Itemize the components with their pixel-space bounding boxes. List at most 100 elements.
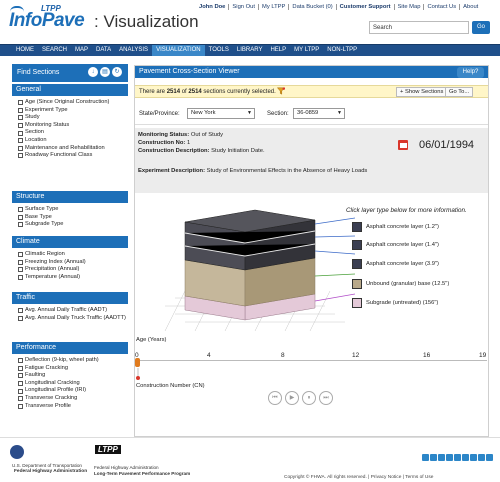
sidebar-filter-item[interactable]: Fatigue Cracking (12, 365, 128, 373)
print-icon[interactable] (478, 454, 485, 461)
sidebar-filter-item[interactable]: Experiment Type (12, 107, 128, 115)
tab-search[interactable]: SEARCH (38, 45, 71, 56)
filter-checkbox[interactable] (18, 100, 23, 106)
site-map-link[interactable]: Site Map (395, 4, 425, 10)
tab-my-ltpp[interactable]: MY LTPP (290, 45, 323, 56)
play-icon[interactable]: ▶ (285, 391, 299, 405)
about-link[interactable]: About (460, 4, 481, 10)
facebook-icon[interactable] (430, 454, 437, 461)
tab-map[interactable]: MAP (71, 45, 92, 56)
sidebar-section-general[interactable]: General (12, 84, 128, 96)
filter-checkbox[interactable] (18, 365, 23, 371)
data-bucket-link[interactable]: Data Bucket (0) (289, 4, 337, 10)
sidebar-section-structure[interactable]: Structure (12, 191, 128, 203)
sidebar-filter-item[interactable]: Precipitation (Annual) (12, 266, 128, 274)
filter-checkbox[interactable] (18, 396, 23, 402)
filter-checkbox[interactable] (18, 122, 23, 128)
help-button[interactable]: Help? (457, 67, 484, 78)
sidebar-filter-item[interactable]: Deflection (9-kip, wheel path) (12, 357, 128, 365)
reset-icon[interactable]: ↻ (112, 67, 122, 77)
filter-checkbox[interactable] (18, 358, 23, 364)
logo-infopave[interactable]: InfoPave (9, 10, 85, 32)
pause-icon[interactable]: ⏸ (302, 391, 316, 405)
sidebar-filter-item[interactable]: Base Type (12, 214, 128, 222)
sidebar-filter-item[interactable]: Roadway Functional Class (12, 152, 128, 160)
tab-visualization[interactable]: VISUALIZATION (152, 45, 205, 56)
sidebar-filter-item[interactable]: Section (12, 129, 128, 137)
sidebar-filter-item[interactable]: Longitudinal Profile (IRI) (12, 387, 128, 395)
filter-checkbox[interactable] (18, 274, 23, 280)
email-icon[interactable] (462, 454, 469, 461)
show-sections-button[interactable]: + Show Sections (396, 87, 448, 97)
layer-legend-ac2[interactable]: Asphalt concrete layer (1.4") (352, 240, 439, 250)
usdot-logo[interactable] (10, 445, 24, 459)
filter-checkbox[interactable] (18, 308, 23, 314)
contact-us-link[interactable]: Contact Us (424, 4, 461, 10)
pavement-cross-section-3d[interactable] (155, 206, 355, 336)
sidebar-filter-item[interactable]: Location (12, 137, 128, 145)
sidebar-filter-item[interactable]: Study (12, 114, 128, 122)
ltpp-logo[interactable]: LTPP (95, 445, 121, 454)
print-icon[interactable]: ▤ (100, 67, 110, 77)
youtube-icon[interactable] (446, 454, 453, 461)
skip-forward-icon[interactable]: ⏭ (319, 391, 333, 405)
sidebar-filter-item[interactable]: Maintenance and Rehabilitation (12, 145, 128, 153)
filter-checkbox[interactable] (18, 207, 23, 213)
sidebar-filter-item[interactable]: Surface Type (12, 206, 128, 214)
age-timeline[interactable] (137, 360, 487, 361)
filter-checkbox[interactable] (18, 115, 23, 121)
download-icon[interactable]: ↓ (88, 67, 98, 77)
sidebar-section-performance[interactable]: Performance (12, 342, 128, 354)
filter-checkbox[interactable] (18, 380, 23, 386)
sidebar-filter-item[interactable]: Longitudinal Cracking (12, 380, 128, 388)
tab-analysis[interactable]: ANALYSIS (115, 45, 152, 56)
sign-out-link[interactable]: Sign Out (229, 4, 259, 10)
layer-legend-ac1[interactable]: Asphalt concrete layer (1.2") (352, 222, 439, 232)
rss-icon[interactable] (454, 454, 461, 461)
tab-help[interactable]: HELP (266, 45, 290, 56)
sidebar-filter-item[interactable]: Avg. Annual Daily Traffic (AADT) (12, 307, 128, 315)
skip-back-icon[interactable]: ⏮ (268, 391, 282, 405)
sidebar-filter-item[interactable]: Subgrade Type (12, 221, 128, 229)
layer-legend-subgrade[interactable]: Subgrade (untreated) (156") (352, 298, 438, 308)
filter-checkbox[interactable] (18, 315, 23, 321)
sidebar-filter-item[interactable]: Freezing Index (Annual) (12, 259, 128, 267)
layer-legend-base[interactable]: Unbound (granular) base (12.5") (352, 279, 449, 289)
filter-checkbox[interactable] (18, 403, 23, 409)
filter-checkbox[interactable] (18, 138, 23, 144)
timeline-slider-handle[interactable] (135, 358, 140, 367)
section-select[interactable]: 36-0859 ▼ (293, 108, 345, 119)
sidebar-filter-item[interactable]: Age (Since Original Construction) (12, 99, 128, 107)
sidebar-filter-item[interactable]: Avg. Annual Daily Truck Traffic (AADTT) (12, 315, 128, 323)
search-input[interactable]: Search (369, 21, 469, 34)
sidebar-filter-item[interactable]: Transverse Cracking (12, 395, 128, 403)
filter-checkbox[interactable] (18, 252, 23, 258)
state-select[interactable]: New York ▼ (187, 108, 255, 119)
filter-checkbox[interactable] (18, 145, 23, 151)
construction-marker-icon[interactable] (135, 368, 141, 380)
sidebar-filter-item[interactable]: Temperature (Annual) (12, 274, 128, 282)
filter-icon[interactable] (277, 87, 285, 95)
filter-checkbox[interactable] (18, 214, 23, 220)
sidebar-filter-item[interactable]: Transverse Profile (12, 403, 128, 411)
tab-library[interactable]: LIBRARY (233, 45, 267, 56)
user-name-link[interactable]: John Doe (196, 4, 230, 10)
filter-checkbox[interactable] (18, 130, 23, 136)
filter-checkbox[interactable] (18, 107, 23, 113)
filter-checkbox[interactable] (18, 153, 23, 159)
tab-data[interactable]: DATA (92, 45, 115, 56)
twitter-icon[interactable] (422, 454, 429, 461)
my-ltpp-link[interactable]: My LTPP (259, 4, 290, 10)
sidebar-filter-item[interactable]: Climatic Region (12, 251, 128, 259)
calendar-icon[interactable] (398, 140, 408, 150)
share-icon[interactable] (470, 454, 477, 461)
linkedin-icon[interactable] (438, 454, 445, 461)
tab-non-ltpp[interactable]: NON-LTPP (323, 45, 361, 56)
sidebar-section-traffic[interactable]: Traffic (12, 292, 128, 304)
flickr-icon[interactable] (486, 454, 493, 461)
tab-home[interactable]: HOME (12, 45, 38, 56)
layer-legend-ac3[interactable]: Asphalt concrete layer (3.9") (352, 259, 439, 269)
filter-checkbox[interactable] (18, 222, 23, 228)
sidebar-section-climate[interactable]: Climate (12, 236, 128, 248)
sidebar-filter-item[interactable]: Faulting (12, 372, 128, 380)
